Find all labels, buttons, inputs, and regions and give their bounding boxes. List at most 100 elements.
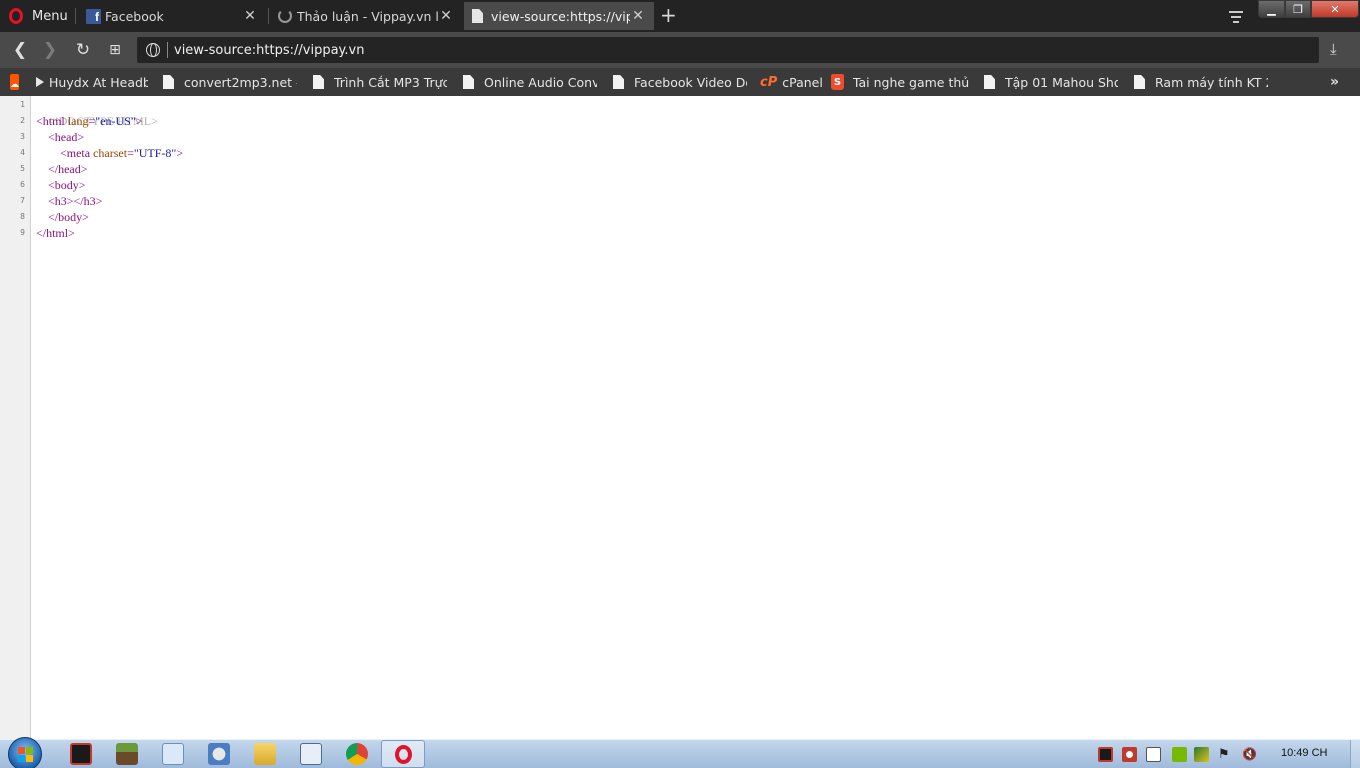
nvidia-icon[interactable] — [1172, 747, 1187, 762]
source-line: <meta charset="UTF-8"> — [60, 145, 183, 161]
game-app-icon[interactable] — [70, 743, 92, 765]
chrome-icon[interactable] — [346, 743, 368, 765]
volume-muted-icon[interactable]: 🔇 — [1242, 747, 1257, 762]
tag-open: <body> — [48, 178, 86, 192]
navigation-bar: ❮ ❯ ↻ ⊞ view-source:https://vippay.vn ⤓ — [0, 32, 1360, 68]
address-separator — [167, 42, 168, 58]
minimize-button[interactable]: ▁ — [1258, 0, 1285, 18]
attr-value: "UTF-8" — [133, 146, 177, 160]
bookmark-item[interactable]: Trình Cắt MP3 Trực tu — [313, 68, 447, 96]
line-number: 6 — [20, 180, 25, 189]
cpanel-icon: cP — [760, 74, 778, 90]
bookmark-item[interactable]: Tập 01 Mahou Shouj — [984, 68, 1118, 96]
tag-open: </body> — [48, 210, 89, 224]
bookmarks-overflow-icon[interactable]: » — [1330, 74, 1339, 90]
opera-logo-icon — [9, 8, 23, 24]
network-app-icon[interactable] — [300, 743, 322, 765]
tab-close-icon[interactable]: ✕ — [242, 8, 258, 24]
page-icon — [313, 75, 324, 89]
reload-button[interactable]: ↻ — [73, 40, 93, 60]
menu-label: Menu — [32, 8, 68, 24]
folder-icon[interactable] — [254, 743, 276, 765]
play-icon — [36, 77, 44, 87]
line-number: 3 — [20, 132, 25, 141]
line-number: 9 — [20, 228, 25, 237]
tab-separator — [268, 8, 269, 24]
bookmark-label: Ram máy tính KT 2GB — [1155, 74, 1268, 90]
bookmark-label: Trình Cắt MP3 Trực tu — [334, 74, 447, 90]
tag-open: <h3></h3> — [48, 194, 103, 208]
tag-close: > — [176, 146, 184, 160]
source-line: <html lang="en-US"> — [36, 113, 142, 129]
globe-icon[interactable] — [146, 43, 160, 57]
tab-separator — [75, 8, 76, 24]
download-manager-icon[interactable] — [1194, 747, 1209, 762]
tray-app-icon[interactable] — [1122, 747, 1137, 762]
windows-logo-icon — [18, 747, 33, 762]
tab-facebook[interactable]: f Facebook ✕ — [78, 2, 266, 30]
bookmark-label: Online Audio Conver — [484, 74, 597, 90]
tray-game-icon[interactable] — [1098, 747, 1113, 762]
attr-name: charset — [90, 146, 128, 160]
line-number: 4 — [20, 148, 25, 157]
bookmarks-bar: ☁ Huydx At Headbar convert2mp3.net - Or … — [0, 68, 1360, 96]
page-icon — [472, 9, 483, 23]
show-desktop-button[interactable] — [1350, 740, 1360, 768]
bookmark-item[interactable]: convert2mp3.net - Or — [163, 68, 297, 96]
close-window-button[interactable]: ✕ — [1311, 0, 1359, 18]
bookmark-item[interactable]: Huydx At Headbar — [36, 68, 148, 96]
bookmark-item[interactable]: cP cPanel — [760, 68, 822, 96]
opera-menu-button[interactable]: Menu — [0, 0, 72, 32]
line-number: 8 — [20, 212, 25, 221]
tab-title: Facebook — [105, 8, 164, 24]
source-line: </head> — [48, 161, 88, 177]
bookmark-soundcloud[interactable]: ☁ — [10, 68, 32, 96]
bookmark-item[interactable]: Ram máy tính KT 2GB — [1134, 68, 1268, 96]
tab-view-source[interactable]: view-source:https://vippay ✕ — [464, 2, 654, 30]
tag-open: <html — [36, 114, 65, 128]
line-number: 1 — [20, 100, 25, 109]
keyboard-icon[interactable] — [162, 743, 184, 765]
line-number: 7 — [20, 196, 25, 205]
tag-open: <meta — [60, 146, 91, 160]
address-bar[interactable]: view-source:https://vippay.vn — [137, 37, 1319, 63]
minecraft-icon[interactable] — [116, 743, 138, 765]
page-icon — [1134, 75, 1145, 89]
taskbar-clock[interactable]: 10:49 CH — [1281, 747, 1327, 759]
page-icon — [163, 75, 174, 89]
line-number: 5 — [20, 164, 25, 173]
line-number-gutter: 1 2 3 4 5 6 7 8 9 — [0, 96, 31, 739]
bookmark-label: Tai nghe game thủ ca — [852, 74, 969, 90]
bookmark-item[interactable]: S Tai nghe game thủ ca — [831, 68, 969, 96]
facebook-icon: f — [86, 8, 101, 24]
window-controls: ▁ ❐ ✕ — [1258, 0, 1359, 20]
new-tab-button[interactable]: + — [660, 4, 677, 26]
tab-menu-icon[interactable] — [1228, 8, 1244, 24]
tab-close-icon[interactable]: ✕ — [630, 8, 646, 24]
tag-open: <head> — [48, 130, 85, 144]
opera-taskbar-button[interactable] — [381, 740, 425, 768]
start-button[interactable] — [8, 737, 42, 768]
page-icon — [613, 75, 624, 89]
bookmark-item[interactable]: Facebook Video Dow — [613, 68, 747, 96]
tray-device-icon[interactable] — [1146, 747, 1161, 762]
bookmark-label: Tập 01 Mahou Shouj — [1005, 74, 1118, 90]
tab-close-icon[interactable]: ✕ — [438, 8, 454, 24]
bookmark-item[interactable]: Online Audio Conver — [463, 68, 597, 96]
maximize-button[interactable]: ❐ — [1285, 0, 1311, 18]
bookmark-label: convert2mp3.net - Or — [184, 74, 297, 90]
speed-dial-icon[interactable]: ⊞ — [105, 40, 125, 60]
tab-vippay-thao-luan[interactable]: Thảo luận - Vippay.vn liệu ✕ — [270, 2, 462, 30]
download-icon[interactable]: ⤓ — [1330, 40, 1337, 58]
action-center-flag-icon[interactable]: ⚑ — [1218, 747, 1233, 762]
back-button[interactable]: ❮ — [10, 40, 30, 60]
address-text[interactable]: view-source:https://vippay.vn — [174, 43, 364, 58]
page-icon — [463, 75, 474, 89]
forward-button[interactable]: ❯ — [40, 40, 60, 60]
page-icon — [984, 75, 995, 89]
paint-icon[interactable] — [208, 743, 230, 765]
shopee-icon: S — [831, 74, 844, 90]
tag-open: </html> — [36, 226, 75, 240]
loading-spinner-icon — [278, 9, 292, 23]
view-source-content: 1 2 3 4 5 6 7 8 9 <!DOCTYPE HTML> <html … — [0, 96, 1360, 739]
